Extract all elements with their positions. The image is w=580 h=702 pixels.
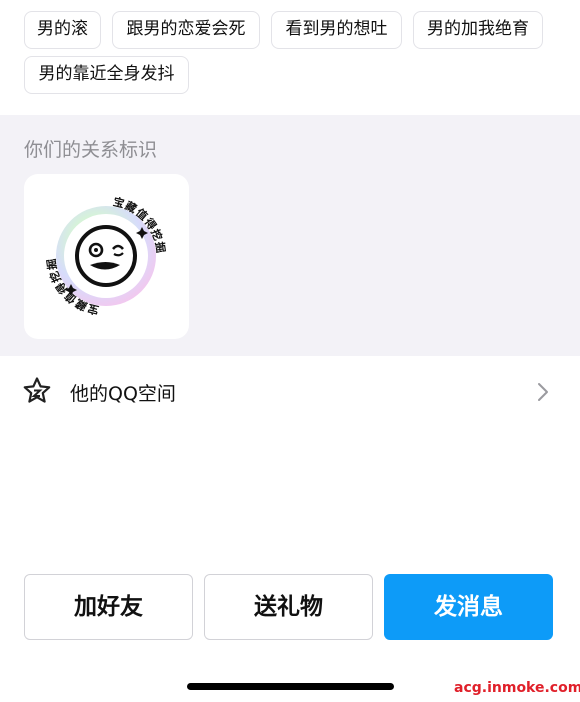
qzone-row[interactable]: 他的QQ空间 — [0, 356, 580, 428]
tag-list: 男的滚 跟男的恋爱会死 看到男的想吐 男的加我绝育 男的靠近全身发抖 — [0, 0, 580, 115]
send-gift-button[interactable]: 送礼物 — [204, 574, 373, 640]
watermark: acg.inmoke.com — [454, 680, 580, 696]
relationship-section: 你们的关系标识 宝藏值得挖掘 宝藏值得挖掘 — [0, 115, 580, 356]
tag[interactable]: 男的滚 — [24, 11, 101, 49]
qzone-label: 他的QQ空间 — [70, 383, 176, 405]
tag[interactable]: 看到男的想吐 — [271, 11, 402, 49]
send-message-button[interactable]: 发消息 — [384, 574, 553, 640]
tag[interactable]: 跟男的恋爱会死 — [112, 11, 260, 49]
add-friend-button[interactable]: 加好友 — [24, 574, 193, 640]
home-indicator[interactable] — [187, 683, 394, 690]
star-icon — [23, 377, 51, 403]
tag[interactable]: 男的加我绝育 — [413, 11, 543, 49]
relationship-badge-icon: 宝藏值得挖掘 宝藏值得挖掘 — [44, 194, 167, 317]
relationship-title: 你们的关系标识 — [24, 139, 158, 161]
chevron-right-icon — [538, 383, 548, 401]
relationship-badge-card[interactable]: 宝藏值得挖掘 宝藏值得挖掘 — [24, 174, 189, 339]
tag[interactable]: 男的靠近全身发抖 — [24, 56, 189, 94]
